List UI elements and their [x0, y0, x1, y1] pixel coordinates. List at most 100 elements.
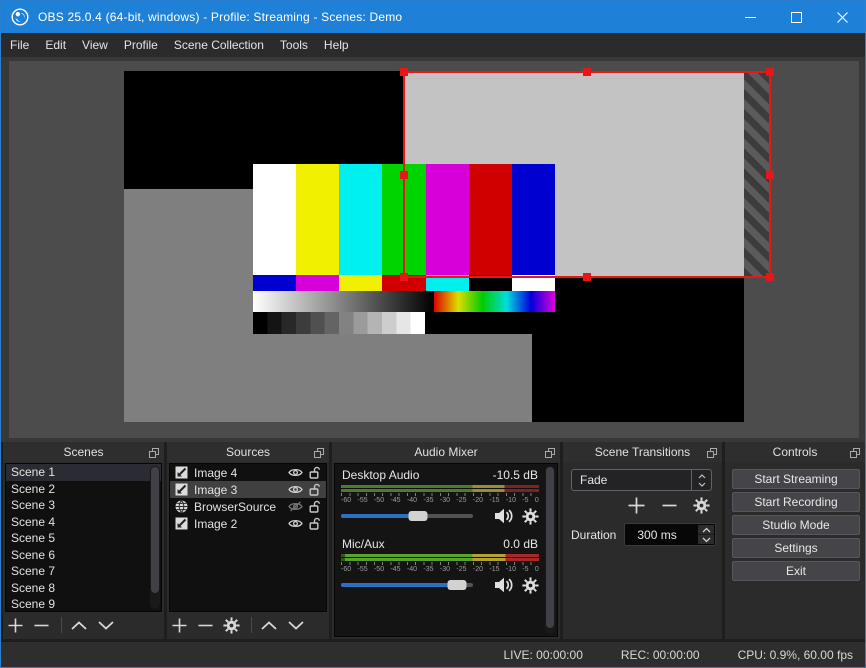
- dock-float-icon[interactable]: [149, 447, 159, 461]
- menu-tools[interactable]: Tools: [272, 33, 316, 57]
- scenes-header[interactable]: Scenes: [3, 442, 164, 462]
- menu-profile[interactable]: Profile: [116, 33, 166, 57]
- start-streaming-button[interactable]: Start Streaming: [732, 469, 860, 489]
- selection-handle-bottom-center[interactable]: [583, 273, 591, 281]
- source-black-rect-bottom[interactable]: [532, 277, 744, 422]
- selection-handle-top-center[interactable]: [583, 68, 591, 76]
- transitions-title: Scene Transitions: [594, 445, 691, 459]
- maximize-button[interactable]: [773, 1, 819, 33]
- source-row-image3[interactable]: Image 3: [170, 481, 326, 498]
- transitions-header[interactable]: Scene Transitions: [563, 442, 722, 462]
- move-source-down-button[interactable]: [287, 620, 305, 631]
- scene-row-2[interactable]: Scene 2: [6, 481, 161, 498]
- grayscale-gradient: [253, 291, 435, 312]
- start-recording-button[interactable]: Start Recording: [732, 492, 860, 512]
- source-row-image2[interactable]: Image 2: [170, 515, 326, 532]
- scene-preview[interactable]: [9, 61, 859, 438]
- duration-decrement-button[interactable]: [698, 534, 714, 544]
- minimize-button[interactable]: [727, 1, 773, 33]
- scene-row-5[interactable]: Scene 5: [6, 530, 161, 547]
- source-properties-gear-icon[interactable]: [223, 616, 240, 634]
- scene-row-8[interactable]: Scene 8: [6, 580, 161, 597]
- mixer-scrollbar-thumb[interactable]: [546, 467, 554, 629]
- scene-row-1[interactable]: Scene 1: [6, 464, 161, 481]
- lock-open-icon[interactable]: [309, 483, 321, 496]
- visibility-eye-icon[interactable]: [288, 484, 303, 495]
- scenes-scrollbar[interactable]: [150, 466, 160, 609]
- scene-row-4[interactable]: Scene 4: [6, 514, 161, 531]
- transition-properties-gear-icon[interactable]: [693, 497, 710, 517]
- close-button[interactable]: [819, 1, 865, 33]
- dock-float-icon[interactable]: [707, 447, 717, 461]
- menu-view[interactable]: View: [74, 33, 116, 57]
- source-row-image4[interactable]: Image 4: [170, 464, 326, 481]
- desktop-audio-volume-slider[interactable]: [341, 511, 473, 521]
- channel-level: 0.0 dB: [503, 537, 538, 551]
- lock-open-icon[interactable]: [309, 466, 321, 479]
- scene-row-6[interactable]: Scene 6: [6, 547, 161, 564]
- channel-settings-gear-icon[interactable]: [522, 576, 539, 594]
- lock-open-icon[interactable]: [309, 500, 321, 513]
- scene-row-7[interactable]: Scene 7: [6, 563, 161, 580]
- add-scene-button[interactable]: [7, 617, 24, 634]
- studio-mode-button[interactable]: Studio Mode: [732, 515, 860, 535]
- source-name: BrowserSource: [194, 499, 277, 514]
- channel-name: Mic/Aux: [342, 537, 385, 551]
- slider-handle[interactable]: [447, 580, 467, 590]
- visibility-eye-icon[interactable]: [288, 467, 303, 478]
- remove-scene-button[interactable]: [33, 617, 50, 634]
- menu-scene-collection[interactable]: Scene Collection: [166, 33, 272, 57]
- source-name: Image 3: [194, 482, 238, 497]
- move-scene-down-button[interactable]: [97, 620, 115, 631]
- sources-header[interactable]: Sources: [167, 442, 329, 462]
- transition-select[interactable]: Fade: [571, 469, 712, 491]
- move-scene-up-button[interactable]: [70, 620, 88, 631]
- exit-button[interactable]: Exit: [732, 561, 860, 581]
- source-selection-outline[interactable]: [400, 68, 774, 281]
- selection-handle-bottom-right[interactable]: [766, 273, 774, 281]
- lock-open-icon[interactable]: [309, 517, 321, 530]
- remove-transition-button[interactable]: [661, 496, 678, 518]
- source-row-browsersource[interactable]: BrowserSource: [170, 498, 326, 515]
- slider-handle[interactable]: [408, 511, 428, 521]
- selection-handle-top-left[interactable]: [400, 68, 408, 76]
- smpte-row3: [253, 291, 555, 312]
- title-bar[interactable]: OBS 25.0.4 (64-bit, windows) - Profile: …: [1, 1, 865, 33]
- combo-spinner[interactable]: [691, 470, 711, 490]
- cpu-fps: CPU: 0.9%, 60.00 fps: [737, 647, 853, 662]
- selection-handle-top-right[interactable]: [766, 68, 774, 76]
- selection-handle-mid-right[interactable]: [766, 170, 774, 179]
- controls-header[interactable]: Controls: [725, 442, 865, 462]
- scene-row-9[interactable]: Scene 9: [6, 596, 161, 611]
- menu-file[interactable]: File: [2, 33, 37, 57]
- mixer-scrollbar[interactable]: [545, 466, 555, 634]
- desktop-audio-vu-meter: [341, 485, 539, 492]
- move-source-up-button[interactable]: [260, 620, 278, 631]
- menu-help[interactable]: Help: [316, 33, 357, 57]
- mic-aux-volume-slider[interactable]: [341, 580, 473, 590]
- selection-handle-mid-left[interactable]: [400, 170, 408, 179]
- duration-increment-button[interactable]: [698, 525, 714, 534]
- remove-source-button[interactable]: [197, 617, 214, 634]
- add-transition-button[interactable]: [627, 496, 646, 518]
- add-source-button[interactable]: [171, 617, 188, 634]
- dock-float-icon[interactable]: [545, 447, 555, 461]
- visibility-eye-slash-icon[interactable]: [288, 501, 303, 512]
- mixer-header[interactable]: Audio Mixer: [332, 442, 560, 462]
- dock-float-icon[interactable]: [314, 447, 324, 461]
- speaker-icon[interactable]: [493, 508, 513, 524]
- scenes-scrollbar-thumb[interactable]: [151, 467, 159, 593]
- obs-logo-icon: [11, 8, 29, 26]
- channel-settings-gear-icon[interactable]: [522, 507, 539, 525]
- scene-row-3[interactable]: Scene 3: [6, 497, 161, 514]
- dock-float-icon[interactable]: [850, 447, 860, 461]
- speaker-icon[interactable]: [493, 577, 513, 593]
- sources-title: Sources: [225, 445, 271, 459]
- duration-spinbox[interactable]: 300 ms: [624, 523, 716, 546]
- menu-edit[interactable]: Edit: [37, 33, 74, 57]
- visibility-eye-icon[interactable]: [288, 518, 303, 529]
- image-source-icon: [175, 517, 188, 530]
- selection-handle-bottom-left[interactable]: [400, 273, 408, 281]
- settings-button[interactable]: Settings: [732, 538, 860, 558]
- mixer-title: Audio Mixer: [414, 445, 478, 459]
